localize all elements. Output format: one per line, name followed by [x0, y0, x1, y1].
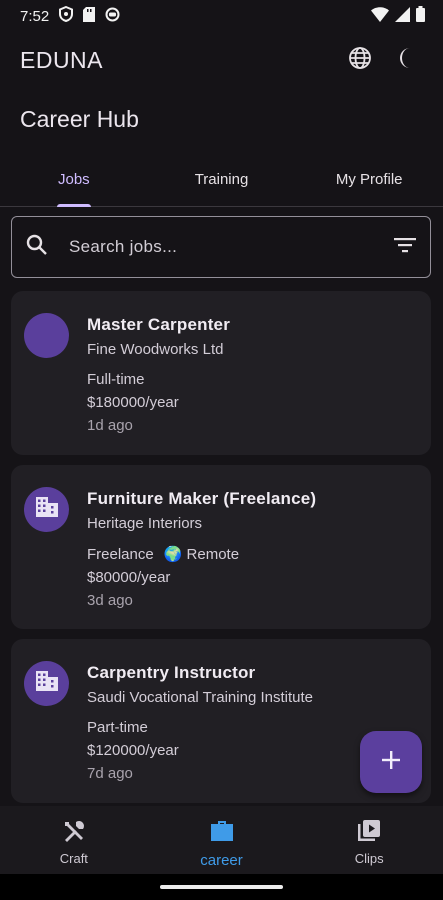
remote-badge: 🌍 Remote: [163, 546, 240, 563]
building-icon: [35, 497, 58, 522]
globe-icon: [348, 46, 372, 75]
job-posted: 7d ago: [87, 765, 133, 782]
status-right: [371, 6, 425, 26]
avatar: [24, 661, 69, 706]
job-title: Furniture Maker (Freelance): [87, 489, 317, 508]
building-icon: [35, 671, 58, 696]
job-salary: $180000/year: [87, 394, 179, 411]
job-company: Heritage Interiors: [87, 515, 203, 532]
status-time: 7:52: [20, 7, 50, 25]
wifi-icon: [371, 6, 389, 26]
tab-jobs[interactable]: Jobs: [0, 160, 148, 207]
nav-label: career: [200, 852, 243, 869]
search-icon: [26, 234, 48, 261]
nav-item-clips[interactable]: Clips: [295, 806, 443, 874]
job-title: Carpentry Instructor: [87, 663, 256, 682]
app-bar: EDUNA: [0, 38, 443, 82]
job-info: Carpentry Instructor Saudi Vocational Tr…: [87, 663, 313, 782]
job-type-row: Full-time: [87, 371, 230, 388]
tab-indicator: [56, 204, 91, 207]
tab-label: Jobs: [57, 171, 90, 188]
job-type-row: Part-time: [87, 719, 313, 736]
tab-training[interactable]: Training: [148, 160, 296, 206]
plus-icon: [382, 750, 400, 774]
battery-icon: [416, 6, 425, 26]
tab-my-profile[interactable]: My Profile: [295, 160, 443, 206]
bottom-nav: Craft career Clips: [0, 806, 443, 874]
nav-item-career[interactable]: career: [148, 806, 296, 874]
nav-label: Craft: [59, 851, 88, 866]
briefcase-icon: [209, 819, 235, 847]
job-card[interactable]: Master Carpenter Fine Woodworks Ltd Full…: [11, 291, 431, 455]
signal-icon: [395, 6, 410, 26]
job-info: Furniture Maker (Freelance) Heritage Int…: [87, 489, 316, 609]
app-title: EDUNA: [20, 46, 104, 73]
status-bar: 7:52: [0, 0, 443, 32]
job-type: Freelance: [87, 545, 154, 563]
tab-label: Training: [194, 171, 249, 188]
tab-label: My Profile: [335, 171, 403, 188]
filter-icon[interactable]: [394, 237, 416, 258]
status-left: 7:52: [20, 5, 120, 26]
job-salary: $80000/year: [87, 569, 171, 586]
gesture-area: [0, 874, 443, 900]
sd-card-icon: [83, 6, 96, 26]
job-salary: $120000/year: [87, 742, 179, 759]
job-posted: 3d ago: [87, 592, 133, 609]
job-company: Fine Woodworks Ltd: [87, 341, 224, 358]
job-card[interactable]: Furniture Maker (Freelance) Heritage Int…: [11, 465, 431, 629]
job-type-row: Freelance 🌍 Remote: [87, 545, 316, 564]
job-type: Part-time: [87, 719, 148, 736]
job-type: Full-time: [87, 371, 145, 388]
nav-label: Clips: [354, 851, 384, 866]
job-info: Master Carpenter Fine Woodworks Ltd Full…: [87, 315, 230, 434]
home-indicator[interactable]: [160, 885, 283, 889]
search-field[interactable]: Search jobs...: [11, 216, 431, 278]
language-button[interactable]: [347, 46, 373, 75]
avatar: [24, 313, 69, 358]
search-input[interactable]: Search jobs...: [69, 237, 394, 257]
moon-icon: [396, 46, 420, 75]
dark-mode-button[interactable]: [395, 47, 421, 73]
page-title: Career Hub: [20, 106, 139, 132]
app-actions: [347, 46, 421, 75]
job-posted: 1d ago: [87, 417, 133, 434]
video-library-icon: [357, 819, 381, 846]
tab-bar: Jobs Training My Profile: [0, 160, 443, 207]
face-icon: [105, 7, 120, 26]
shield-icon: [59, 5, 74, 26]
avatar: [24, 487, 69, 532]
nav-item-craft[interactable]: Craft: [0, 806, 148, 874]
add-job-button[interactable]: [360, 731, 422, 793]
job-company: Saudi Vocational Training Institute: [87, 689, 313, 706]
tools-icon: [62, 819, 86, 846]
job-title: Master Carpenter: [87, 315, 231, 334]
